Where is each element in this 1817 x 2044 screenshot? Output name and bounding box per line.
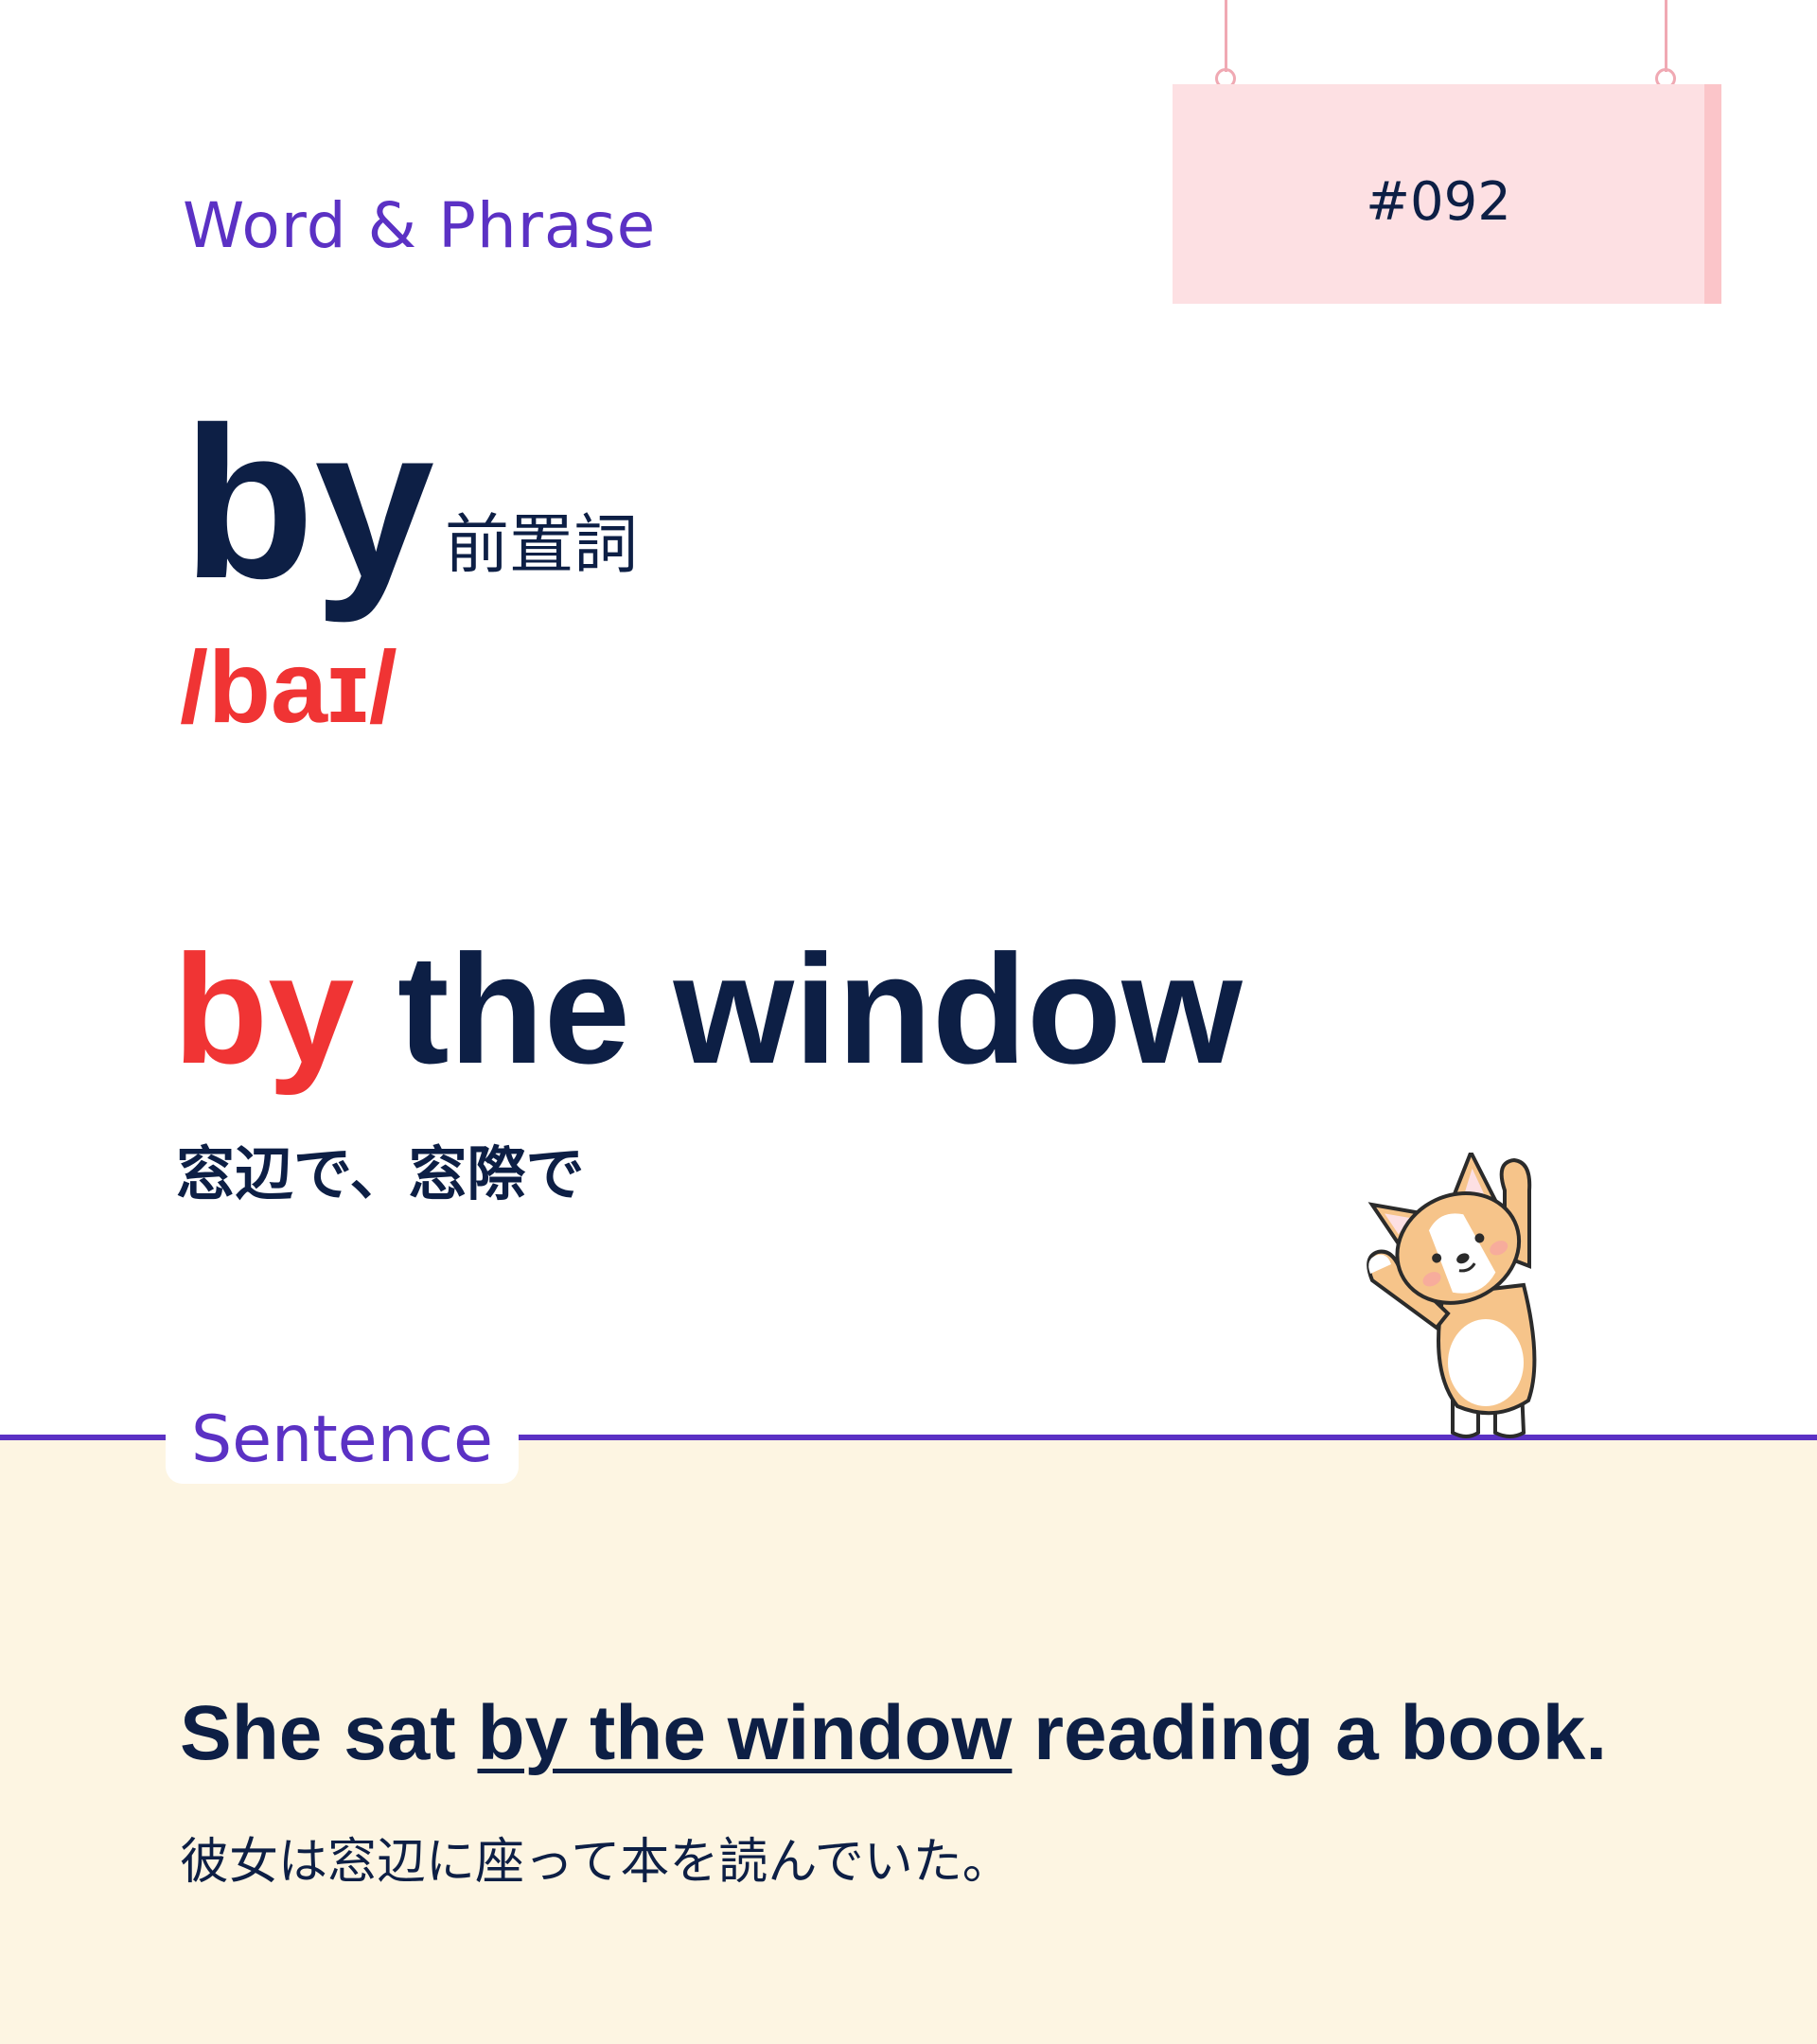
phrase: by the window (173, 932, 1243, 1087)
sentence-label: Sentence (191, 1402, 493, 1477)
sentence-tab: Sentence (166, 1393, 519, 1484)
pronunciation: /baɪ/ (180, 629, 397, 744)
phrase-rest: the window (354, 923, 1243, 1096)
sentence-after: reading a book. (1012, 1690, 1608, 1776)
sign-string-left (1225, 0, 1227, 72)
part-of-speech: 前置詞 (445, 508, 639, 583)
corgi-waving-icon (1367, 1153, 1537, 1438)
sign-string-right (1665, 0, 1667, 72)
phrase-highlight: by (173, 923, 355, 1096)
headword: by (183, 383, 435, 624)
section-label: Word & Phrase (183, 189, 657, 262)
example-sentence: She sat by the window reading a book. (180, 1689, 1607, 1778)
sentence-underlined: by the window (477, 1690, 1013, 1776)
number-sign: #092 (1173, 84, 1721, 304)
phrase-translation: 窓辺で、窓際で (176, 1139, 585, 1208)
sentence-translation: 彼女は窓辺に座って本を読んでいた。 (180, 1834, 1012, 1891)
card-number: #092 (1366, 171, 1511, 233)
sentence-before: She sat (180, 1690, 478, 1776)
